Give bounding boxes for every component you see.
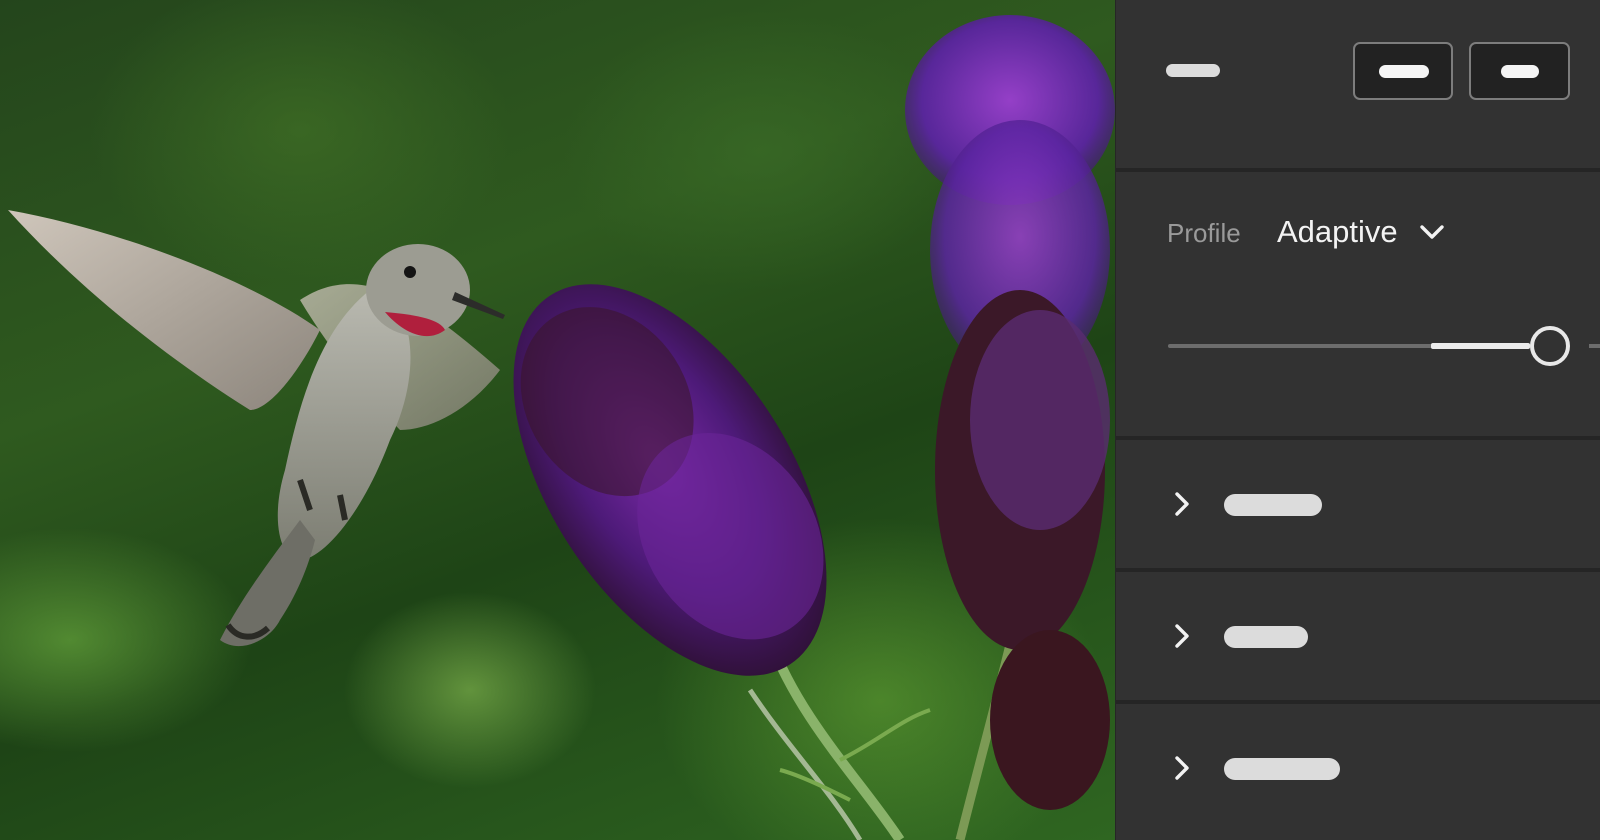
edit-panel: Profile Adaptive: [1115, 0, 1600, 840]
accordion-item-1-label-placeholder: [1224, 494, 1322, 516]
hummingbird-photo: [8, 15, 1115, 840]
header-button-1[interactable]: [1353, 42, 1453, 100]
chevron-right-icon: [1175, 756, 1189, 780]
chevron-right-icon: [1175, 624, 1189, 648]
profile-label: Profile: [1167, 218, 1241, 248]
accordion-item-3[interactable]: [1116, 704, 1600, 840]
accordion-item-2-label-placeholder: [1224, 626, 1308, 648]
profile-amount-slider-fill: [1431, 343, 1530, 349]
photo-canvas: [0, 0, 1115, 840]
accordion-item-2[interactable]: [1116, 572, 1600, 700]
chevron-right-icon: [1175, 492, 1189, 516]
header-button-2[interactable]: [1469, 42, 1570, 100]
header-title-placeholder: [1166, 64, 1220, 77]
profile-value: Adaptive: [1277, 214, 1398, 249]
profile-amount-slider-track[interactable]: [1168, 343, 1561, 349]
slider-track-end: [1589, 344, 1600, 348]
profile-amount-slider-thumb[interactable]: [1529, 326, 1570, 366]
profile-section: Profile Adaptive: [1116, 172, 1600, 436]
header-button-1-placeholder: [1379, 65, 1429, 78]
accordion-item-3-label-placeholder: [1224, 758, 1340, 780]
chevron-down-icon[interactable]: [1419, 222, 1445, 242]
header-button-2-placeholder: [1501, 65, 1539, 78]
accordion-item-1[interactable]: [1116, 440, 1600, 568]
panel-header: [1116, 0, 1600, 168]
